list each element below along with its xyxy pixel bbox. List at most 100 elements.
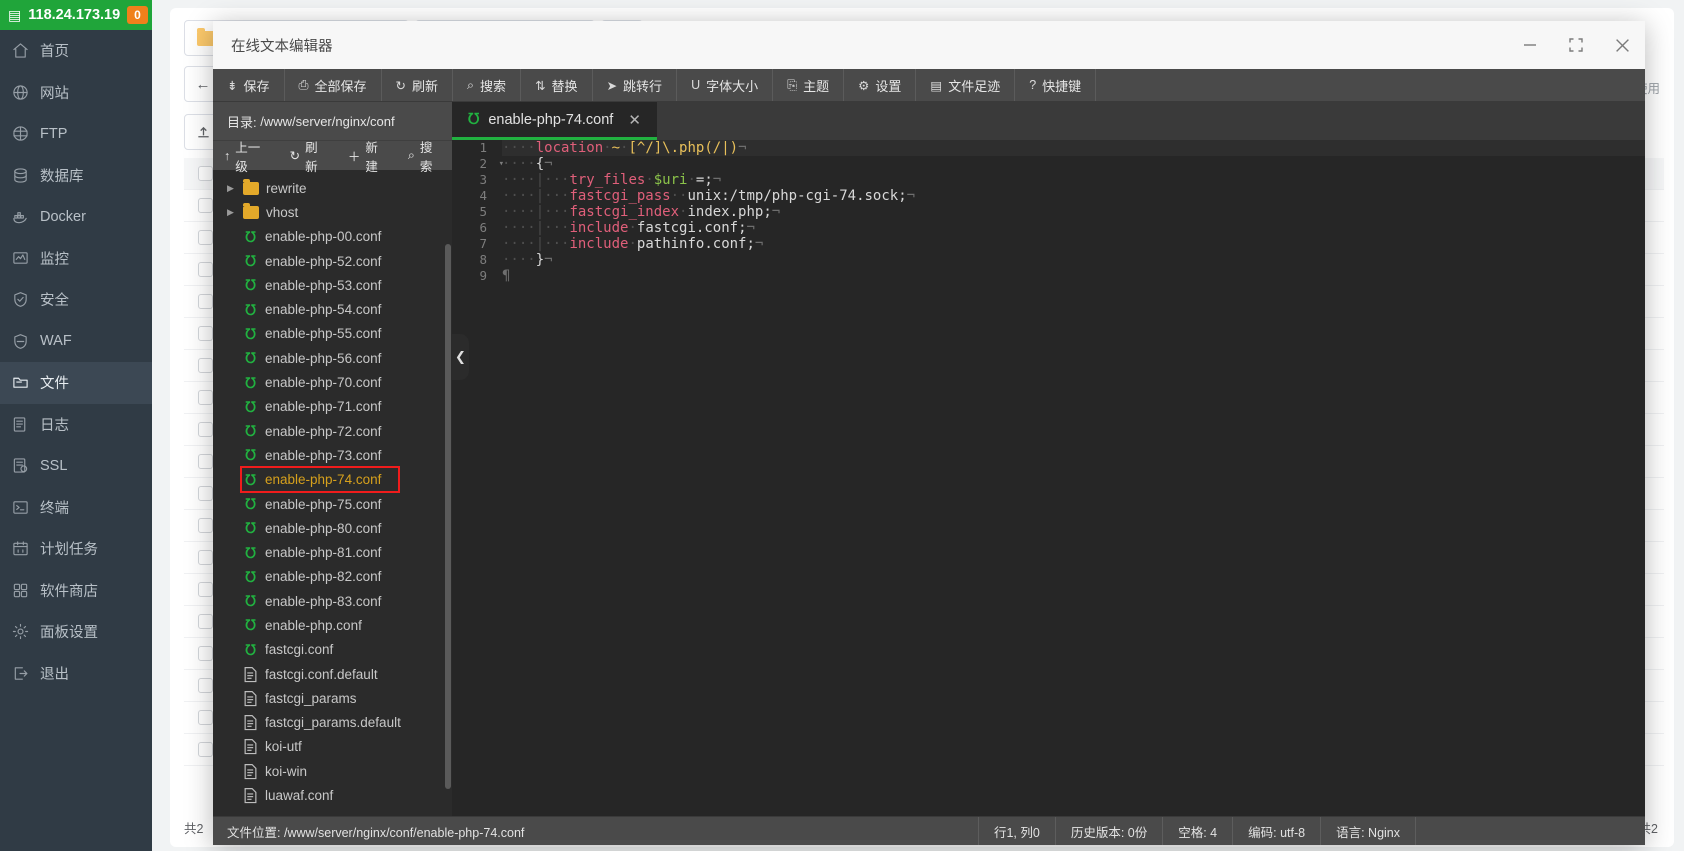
sidebar-item-日志[interactable]: 日志 (0, 404, 152, 446)
status-language[interactable]: 语言: Nginx (1320, 817, 1415, 845)
row-checkbox[interactable] (198, 454, 213, 469)
close-button[interactable] (1599, 21, 1645, 69)
file-item[interactable]: ▶ᘮenable-php-52.conf (213, 249, 452, 273)
file-item[interactable]: ▶ᘮfastcgi.conf (213, 638, 452, 662)
file-op-plus[interactable]: ＋ 新建 (337, 137, 397, 175)
file-item[interactable]: ▶ vhost (213, 200, 452, 224)
file-item[interactable]: ▶ᘮenable-php.conf (213, 613, 452, 637)
row-checkbox[interactable] (198, 550, 213, 565)
row-checkbox[interactable] (198, 294, 213, 309)
editor-tab-enable-php-74[interactable]: ᘮ enable-php-74.conf ✕ (452, 102, 657, 140)
row-checkbox[interactable] (198, 166, 213, 181)
sidebar-item-软件商店[interactable]: 软件商店 (0, 570, 152, 612)
sidebar-item-SSL[interactable]: SSL (0, 445, 152, 487)
file-item[interactable]: ▶luawaf.conf (213, 783, 452, 807)
toolbar-save-button[interactable]: ⇟ 保存 (213, 69, 285, 101)
sidebar-item-文件[interactable]: 文件 (0, 362, 152, 404)
sidebar-item-FTP[interactable]: FTP (0, 113, 152, 155)
code-line[interactable]: ····{¬ (502, 156, 1645, 172)
file-item[interactable]: ▶koi-win (213, 759, 452, 783)
toolbar-replace-button[interactable]: ⇅ 替换 (521, 69, 593, 101)
maximize-button[interactable] (1553, 21, 1599, 69)
file-item[interactable]: ▶ᘮenable-php-75.conf (213, 492, 452, 516)
sidebar-item-Docker[interactable]: Docker (0, 196, 152, 238)
toolbar-font-size-button[interactable]: U 字体大小 (677, 69, 774, 101)
sidebar-item-网站[interactable]: 网站 (0, 72, 152, 114)
file-item[interactable]: ▶ᘮenable-php-82.conf (213, 565, 452, 589)
sidebar-item-安全[interactable]: 安全 (0, 279, 152, 321)
sidebar-item-首页[interactable]: 首页 (0, 30, 152, 72)
row-checkbox[interactable] (198, 678, 213, 693)
sidebar-item-退出[interactable]: 退出 (0, 653, 152, 695)
file-item[interactable]: ▶ᘮenable-php-53.conf (213, 273, 452, 297)
file-item[interactable]: ▶ᘮenable-php-72.conf (213, 419, 452, 443)
file-op-refresh[interactable]: ↻ 刷新 (279, 137, 337, 175)
file-op-arrow-up[interactable]: ↑ 上一级 (213, 137, 279, 175)
sidebar-item-面板设置[interactable]: 面板设置 (0, 611, 152, 653)
file-item[interactable]: ▶koi-utf (213, 735, 452, 759)
expand-caret-icon[interactable]: ▶ (227, 183, 236, 194)
file-item[interactable]: ▶ᘮenable-php-70.conf (213, 370, 452, 394)
minimize-button[interactable] (1507, 21, 1553, 69)
row-checkbox[interactable] (198, 486, 213, 501)
file-item[interactable]: ▶ᘮenable-php-80.conf (213, 516, 452, 540)
row-checkbox[interactable] (198, 742, 213, 757)
row-checkbox[interactable] (198, 582, 213, 597)
toolbar-theme-button[interactable]: ⎘ 主题 (773, 69, 845, 101)
file-item[interactable]: ▶fastcgi_params.default (213, 711, 452, 735)
row-checkbox[interactable] (198, 198, 213, 213)
sidebar-item-终端[interactable]: 终端 (0, 487, 152, 529)
code-line[interactable]: ····|···include·pathinfo.conf;¬ (502, 236, 1645, 252)
file-item[interactable]: ▶ᘮenable-php-74.conf (213, 465, 452, 493)
row-checkbox[interactable] (198, 358, 213, 373)
file-item[interactable]: ▶ rewrite (213, 176, 452, 200)
row-checkbox[interactable] (198, 518, 213, 533)
code-line[interactable]: ····|···include·fastcgi.conf;¬ (502, 220, 1645, 236)
collapse-panel-handle[interactable]: ❮ (452, 334, 469, 380)
file-item[interactable]: ▶ᘮenable-php-71.conf (213, 395, 452, 419)
toolbar-file-history-button[interactable]: ▤ 文件足迹 (916, 69, 1016, 101)
code-line[interactable]: ····|···fastcgi_pass··unix:/tmp/php-cgi-… (502, 188, 1645, 204)
toolbar-goto-line-button[interactable]: ➤ 跳转行 (593, 69, 678, 101)
tab-close-icon[interactable]: ✕ (626, 111, 643, 129)
row-checkbox[interactable] (198, 262, 213, 277)
toolbar-save-all-button[interactable]: ⎙ 全部保存 (285, 69, 382, 101)
file-item[interactable]: ▶ᘮenable-php-73.conf (213, 443, 452, 467)
sidebar-item-计划任务[interactable]: 计划任务 (0, 528, 152, 570)
code-line[interactable]: ····|···fastcgi_index·index.php;¬ (502, 204, 1645, 220)
sidebar-item-WAF[interactable]: WAF (0, 321, 152, 363)
row-checkbox[interactable] (198, 326, 213, 341)
file-item[interactable]: ▶ᘮenable-php-83.conf (213, 589, 452, 613)
toolbar-refresh-button[interactable]: ↻ 刷新 (382, 69, 454, 101)
row-checkbox[interactable] (198, 390, 213, 405)
file-op-search[interactable]: ⌕ 搜索 (397, 137, 452, 175)
toolbar-help-button[interactable]: ? 快捷键 (1015, 69, 1097, 101)
code-lines[interactable]: ····location·~·[^/]\.php(/|)¬ ····{¬ ····|… (494, 140, 1645, 816)
status-encoding[interactable]: 编码: utf-8 (1232, 817, 1320, 845)
status-spaces[interactable]: 空格: 4 (1162, 817, 1232, 845)
code-line[interactable]: ¶ (502, 268, 1645, 284)
file-item[interactable]: ▶fastcgi_params (213, 686, 452, 710)
expand-caret-icon[interactable]: ▶ (227, 207, 236, 218)
code-line[interactable]: ····location·~·[^/]\.php(/|)¬ (502, 140, 1645, 156)
code-line[interactable]: ····|···try_files·$uri·=;¬ (502, 172, 1645, 188)
status-history[interactable]: 历史版本: 0份 (1054, 817, 1162, 845)
code-line[interactable]: ····}¬ (502, 252, 1645, 268)
row-checkbox[interactable] (198, 710, 213, 725)
file-item[interactable]: ▶ᘮenable-php-00.conf (213, 225, 452, 249)
sidebar-item-监控[interactable]: 监控 (0, 238, 152, 280)
row-checkbox[interactable] (198, 614, 213, 629)
file-item[interactable]: ▶ᘮenable-php-55.conf (213, 322, 452, 346)
file-item[interactable]: ▶ᘮenable-php-54.conf (213, 297, 452, 321)
toolbar-label: 设置 (875, 78, 902, 94)
sidebar-item-数据库[interactable]: 数据库 (0, 155, 152, 197)
row-checkbox[interactable] (198, 646, 213, 661)
code-area[interactable]: 1 2 ▾ 3 4 5 6 7 8 9 ····location·~·[^/]\.php(/|)¬… (452, 140, 1645, 816)
file-item[interactable]: ▶ᘮenable-php-81.conf (213, 540, 452, 564)
toolbar-search-button[interactable]: ⌕ 搜索 (453, 69, 522, 101)
row-checkbox[interactable] (198, 230, 213, 245)
row-checkbox[interactable] (198, 422, 213, 437)
file-item[interactable]: ▶ᘮenable-php-56.conf (213, 346, 452, 370)
file-item[interactable]: ▶fastcgi.conf.default (213, 662, 452, 686)
toolbar-gear-button[interactable]: ⚙ 设置 (844, 69, 917, 101)
